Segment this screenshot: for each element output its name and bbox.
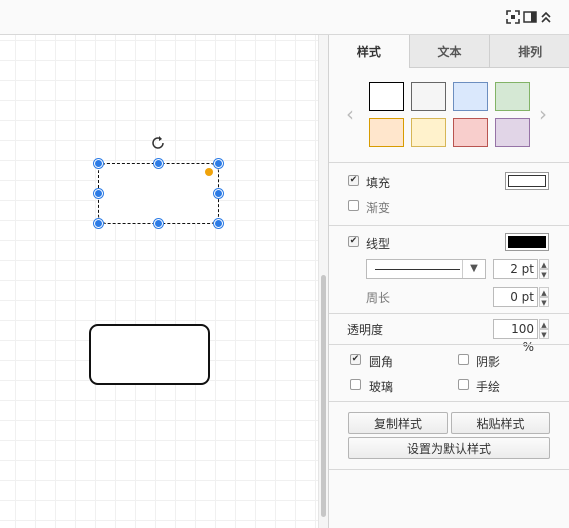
chevron-left-icon[interactable]: ‹ xyxy=(346,102,354,126)
resize-handle[interactable] xyxy=(94,159,103,168)
line-label: 线型 xyxy=(366,237,391,251)
selected-rounded-rectangle[interactable] xyxy=(98,163,219,224)
diagram-canvas[interactable] xyxy=(0,35,318,528)
style-swatch[interactable] xyxy=(411,118,446,147)
rounded-label: 圆角 xyxy=(369,355,394,369)
divider xyxy=(329,344,569,345)
tab-arrange[interactable]: 排列 xyxy=(489,35,569,68)
resize-handle[interactable] xyxy=(214,189,223,198)
divider xyxy=(329,401,569,402)
resize-handle[interactable] xyxy=(154,159,163,168)
dropdown-arrow-icon: ▼ xyxy=(462,260,485,278)
divider xyxy=(329,225,569,226)
line-pattern-select[interactable]: ▼ xyxy=(366,259,486,279)
glass-label: 玻璃 xyxy=(369,380,394,394)
style-swatch[interactable] xyxy=(495,82,530,111)
shadow-label: 阴影 xyxy=(476,355,501,369)
collapse-icon[interactable] xyxy=(538,9,554,25)
line-checkbox[interactable]: ✔ xyxy=(348,236,359,247)
style-swatch[interactable] xyxy=(453,82,488,111)
divider xyxy=(329,469,569,470)
style-swatch[interactable] xyxy=(453,118,488,147)
scrollbar-thumb[interactable] xyxy=(321,275,326,517)
opacity-label: 透明度 xyxy=(347,323,384,337)
opacity-input[interactable]: 100 % xyxy=(493,319,538,354)
format-panel: 样式 文本 排列 ‹ › ✔ 填充 渐变 ✔ 线型 ▼ 2 pt ▲ ▼ 周长 0… xyxy=(328,35,569,528)
perimeter-input[interactable]: 0 pt xyxy=(493,287,538,307)
opacity-stepper[interactable]: ▲ ▼ xyxy=(539,319,549,339)
perimeter-label: 周长 xyxy=(366,291,391,305)
gradient-label: 渐变 xyxy=(366,201,391,215)
sketch-checkbox[interactable] xyxy=(458,379,469,390)
line-color-button[interactable] xyxy=(505,233,549,251)
divider xyxy=(329,162,569,163)
rounded-checkbox[interactable]: ✔ xyxy=(350,354,361,365)
corner-radius-handle[interactable] xyxy=(205,168,213,176)
resize-handle[interactable] xyxy=(94,219,103,228)
paste-style-button[interactable]: 粘贴样式 xyxy=(451,412,550,434)
set-default-style-button[interactable]: 设置为默认样式 xyxy=(348,437,550,459)
perimeter-stepper[interactable]: ▲ ▼ xyxy=(539,287,549,307)
resize-handle[interactable] xyxy=(214,159,223,168)
shadow-checkbox[interactable] xyxy=(458,354,469,365)
resize-handle[interactable] xyxy=(94,189,103,198)
rounded-rectangle[interactable] xyxy=(89,324,210,385)
style-swatch[interactable] xyxy=(495,118,530,147)
fill-color-button[interactable] xyxy=(505,172,549,190)
fullscreen-icon[interactable] xyxy=(505,9,521,25)
divider xyxy=(329,313,569,314)
fill-label: 填充 xyxy=(366,176,391,190)
copy-style-button[interactable]: 复制样式 xyxy=(348,412,448,434)
resize-handle[interactable] xyxy=(214,219,223,228)
gradient-checkbox[interactable] xyxy=(348,200,359,211)
rotate-icon[interactable] xyxy=(150,135,166,151)
format-tabs: 样式 文本 排列 xyxy=(329,35,569,68)
fill-checkbox[interactable]: ✔ xyxy=(348,175,359,186)
style-swatch[interactable] xyxy=(369,118,404,147)
resize-handle[interactable] xyxy=(154,219,163,228)
chevron-right-icon[interactable]: › xyxy=(539,102,547,126)
line-width-stepper[interactable]: ▲ ▼ xyxy=(539,259,549,279)
tab-style[interactable]: 样式 xyxy=(329,35,409,68)
vertical-scrollbar[interactable] xyxy=(318,35,328,528)
line-width-input[interactable]: 2 pt xyxy=(493,259,538,279)
glass-checkbox[interactable] xyxy=(350,379,361,390)
top-toolbar xyxy=(0,0,569,35)
style-swatch[interactable] xyxy=(411,82,446,111)
style-swatch[interactable] xyxy=(369,82,404,111)
sketch-label: 手绘 xyxy=(476,380,501,394)
format-panel-icon[interactable] xyxy=(522,9,538,25)
tab-text[interactable]: 文本 xyxy=(408,35,490,68)
